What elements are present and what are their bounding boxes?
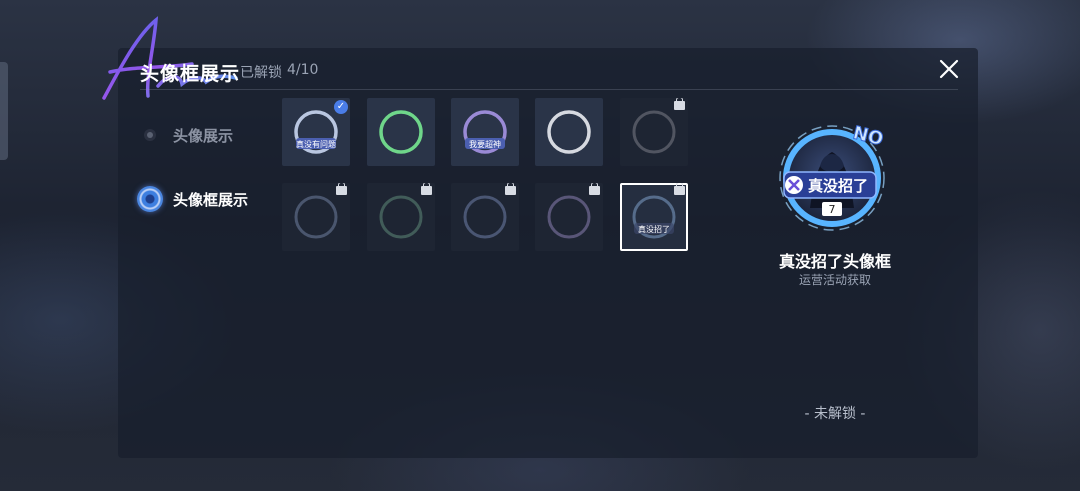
frame-tile[interactable]: [451, 183, 519, 251]
frame-tile[interactable]: [535, 183, 603, 251]
sidebar-item-label: 头像展示: [173, 126, 234, 145]
frame-tile[interactable]: 真没招了: [620, 183, 688, 251]
lock-icon: [674, 98, 685, 110]
frame-tile[interactable]: [535, 98, 603, 166]
selected-frame-name: 真没招了头像框: [778, 252, 891, 271]
unlock-label: 已解锁: [240, 65, 282, 81]
frame-banner-text: 真没招了: [638, 224, 670, 234]
lock-icon: [336, 183, 347, 195]
frame-ring-icon: 我要超神: [463, 110, 507, 154]
frame-ring-icon: [547, 110, 591, 154]
close-button[interactable]: [936, 56, 962, 82]
sidebar-item-frame-display[interactable]: 头像框展示: [136, 184, 248, 214]
lock-icon: [421, 183, 432, 195]
checkmark-icon: ✓: [334, 100, 348, 114]
lock-icon: [674, 183, 685, 195]
frame-tile[interactable]: 我要超神: [451, 98, 519, 166]
frame-tile[interactable]: [367, 183, 435, 251]
page-title: 头像框展示: [140, 63, 241, 85]
frame-banner-text: 真没有问题: [296, 139, 336, 149]
lock-icon: [589, 183, 600, 195]
preview-banner-text: 真没招了: [808, 177, 868, 195]
lock-status-label: - 未解锁 -: [804, 406, 866, 422]
active-disc-icon: [136, 185, 164, 213]
preview-level: 7: [829, 203, 836, 216]
frame-tile[interactable]: 真没有问题 ✓: [282, 98, 350, 166]
frame-ring-icon: [379, 110, 423, 154]
close-icon: [939, 59, 959, 79]
selected-frame-source: 运营活动获取: [798, 273, 871, 287]
inactive-dot-icon: [136, 121, 164, 149]
header-divider: [140, 89, 958, 90]
unlock-count: 4/10: [287, 62, 319, 78]
lock-icon: [505, 183, 516, 195]
sidebar-item-label: 头像框展示: [173, 190, 249, 209]
frame-tile[interactable]: [282, 183, 350, 251]
frame-preview-image: NO 真没招了 7: [779, 122, 886, 231]
sidebar-item-avatar-display[interactable]: 头像展示: [136, 120, 233, 150]
frame-banner-text: 我要超神: [469, 139, 501, 149]
frame-tile[interactable]: [620, 98, 688, 166]
side-edge-tab[interactable]: [0, 62, 8, 160]
frame-tile[interactable]: [367, 98, 435, 166]
